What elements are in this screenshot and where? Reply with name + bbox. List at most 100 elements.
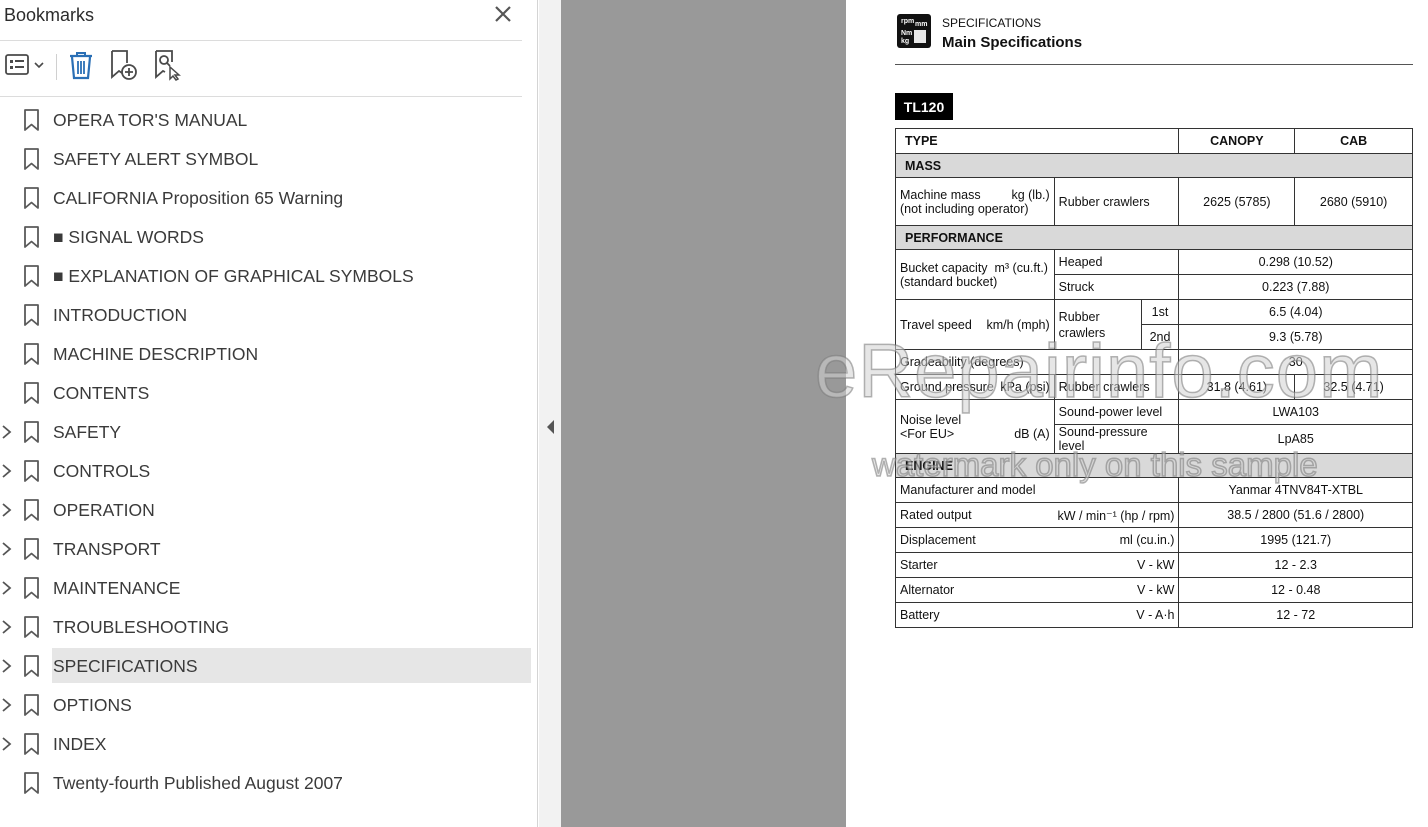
bookmark-item[interactable]: CALIFORNIA Proposition 65 Warning — [0, 180, 536, 219]
bookmark-item[interactable]: ■ SIGNAL WORDS — [0, 219, 536, 258]
starter-value: 12 - 2.3 — [1178, 552, 1413, 578]
manufacturer-value: Yanmar 4TNV84T-XTBL — [1178, 477, 1413, 503]
bookmark-icon — [23, 109, 41, 131]
sound-pressure-value: LpA85 — [1178, 424, 1413, 454]
bookmark-item[interactable]: CONTROLS — [0, 453, 536, 492]
bookmark-icon — [23, 226, 41, 248]
bookmark-item[interactable]: OPERA TOR'S MANUAL — [0, 102, 536, 141]
model-badge: TL120 — [895, 93, 953, 120]
machine-mass-note: (not including operator) — [900, 201, 1029, 216]
find-current-bookmark-button[interactable] — [150, 48, 184, 86]
noise-note: <For EU> — [900, 426, 955, 441]
bookmark-icon — [23, 616, 41, 638]
canopy-header: CANOPY — [1178, 128, 1296, 154]
collapse-panel-icon[interactable] — [544, 418, 556, 436]
bookmark-item[interactable]: OPERATION — [0, 492, 536, 531]
battery-label: Battery — [900, 608, 940, 622]
chevron-right-icon[interactable] — [0, 658, 14, 674]
chevron-right-icon[interactable] — [0, 424, 14, 440]
bookmark-item[interactable]: SAFETY — [0, 414, 536, 453]
header-rule — [895, 64, 1413, 65]
chevron-right-icon[interactable] — [0, 697, 14, 713]
table-row: Bucket capacity m³ (cu.ft.) (standard bu… — [895, 249, 1413, 300]
noise-label: Noise level — [900, 412, 962, 427]
bookmark-icon — [23, 265, 41, 287]
bookmarks-toolbar — [0, 48, 530, 88]
bookmark-icon — [23, 304, 41, 326]
svg-text:mm: mm — [915, 21, 927, 28]
bookmark-item[interactable]: INTRODUCTION — [0, 297, 536, 336]
rubber-crawlers-label: Rubber crawlers — [1053, 177, 1180, 226]
alternator-unit: V - kW — [1136, 583, 1175, 597]
delete-bookmark-button[interactable] — [64, 48, 98, 86]
panel-splitter[interactable] — [539, 0, 561, 827]
bookmark-item[interactable]: Twenty-fourth Published August 2007 — [0, 765, 536, 804]
cab-header: CAB — [1294, 128, 1413, 154]
close-icon[interactable] — [492, 3, 514, 25]
ground-pressure-cell: Ground pressure kPa (psi) — [895, 374, 1055, 400]
chevron-right-icon[interactable] — [0, 502, 14, 518]
table-row: Manufacturer and model Yanmar 4TNV84T-XT… — [894, 477, 1413, 503]
chevron-right-icon[interactable] — [0, 619, 14, 635]
ground-rubber-crawlers: Rubber crawlers — [1053, 374, 1180, 400]
table-row: Alternator V - kW 12 - 0.48 — [894, 577, 1413, 603]
options-menu-button[interactable] — [4, 48, 46, 86]
chevron-right-icon[interactable] — [0, 541, 14, 557]
bookmark-icon — [23, 655, 41, 677]
bookmark-item[interactable]: ■ EXPLANATION OF GRAPHICAL SYMBOLS — [0, 258, 536, 297]
starter-unit: V - kW — [1136, 558, 1175, 572]
bookmark-label: INTRODUCTION — [53, 305, 188, 325]
bookmark-item[interactable]: SPECIFICATIONS — [0, 648, 536, 687]
bookmarks-title: Bookmarks — [4, 5, 95, 25]
page-title: Main Specifications — [942, 34, 1083, 51]
bookmark-item[interactable]: INDEX — [0, 726, 536, 765]
section-row-engine: ENGINE — [895, 453, 1413, 478]
bookmark-icon — [23, 148, 41, 170]
bookmark-item[interactable]: CONTENTS — [0, 375, 536, 414]
find-current-bookmark-icon — [151, 48, 183, 87]
sound-power-value: LWA103 — [1178, 399, 1413, 425]
struck-value: 0.223 (7.88) — [1178, 274, 1413, 300]
table-row: Ground pressure kPa (psi) Rubber crawlers… — [895, 374, 1413, 400]
alternator-value: 12 - 0.48 — [1178, 577, 1413, 603]
table-row: Starter V - kW 12 - 2.3 — [894, 552, 1413, 578]
bookmark-label: TROUBLESHOOTING — [53, 617, 229, 637]
chevron-right-icon[interactable] — [0, 463, 14, 479]
chevron-right-icon[interactable] — [0, 736, 14, 752]
bookmark-item[interactable]: TROUBLESHOOTING — [0, 609, 536, 648]
bookmarks-panel: Bookmarks OPERA TOR'S MANUAL SAFETY ALER… — [0, 0, 538, 827]
type-header: TYPE — [894, 128, 1180, 154]
engine-section: ENGINE — [895, 453, 1413, 478]
svg-text:kg: kg — [901, 38, 909, 45]
bookmark-item[interactable]: OPTIONS — [0, 687, 536, 726]
first-gear-label: 1st — [1140, 299, 1180, 325]
alternator-label: Alternator — [900, 583, 955, 597]
section-label: SPECIFICATIONS — [942, 16, 1042, 30]
ground-unit: kPa (psi) — [1000, 380, 1050, 394]
rated-unit: kW / min⁻¹ (hp / rpm) — [1057, 508, 1175, 523]
travel-speed-cell: Travel speed km/h (mph) — [895, 299, 1055, 350]
bookmark-label: OPTIONS — [53, 695, 132, 715]
sound-pressure-label: Sound-pressure level — [1053, 424, 1180, 454]
performance-section: PERFORMANCE — [895, 225, 1413, 250]
ground-label: Ground pressure — [900, 380, 994, 394]
bookmarks-header: Bookmarks — [0, 0, 538, 34]
chevron-right-icon[interactable] — [0, 580, 14, 596]
displacement-cell: Displacement ml (cu.in.) — [894, 527, 1180, 553]
machine-mass-label: Machine mass — [900, 187, 981, 202]
new-bookmark-button[interactable] — [106, 48, 140, 86]
bookmark-item[interactable]: MACHINE DESCRIPTION — [0, 336, 536, 375]
starter-cell: Starter V - kW — [894, 552, 1180, 578]
bookmark-item[interactable]: SAFETY ALERT SYMBOL — [0, 141, 536, 180]
battery-value: 12 - 72 — [1178, 602, 1413, 628]
bookmark-label: CALIFORNIA Proposition 65 Warning — [53, 188, 344, 208]
bookmark-item[interactable]: MAINTENANCE — [0, 570, 536, 609]
bookmark-item[interactable]: TRANSPORT — [0, 531, 536, 570]
bookmark-icon — [23, 694, 41, 716]
bookmark-label: ■ SIGNAL WORDS — [53, 227, 204, 247]
bookmark-icon — [23, 538, 41, 560]
options-menu-icon — [4, 52, 46, 83]
ground-canopy-value: 31.8 (4.61) — [1178, 374, 1296, 400]
sound-power-label: Sound-power level — [1053, 399, 1180, 425]
specifications-table-main: TYPE CANOPY CAB MASS Machine mass kg (lb.… — [894, 128, 1413, 628]
